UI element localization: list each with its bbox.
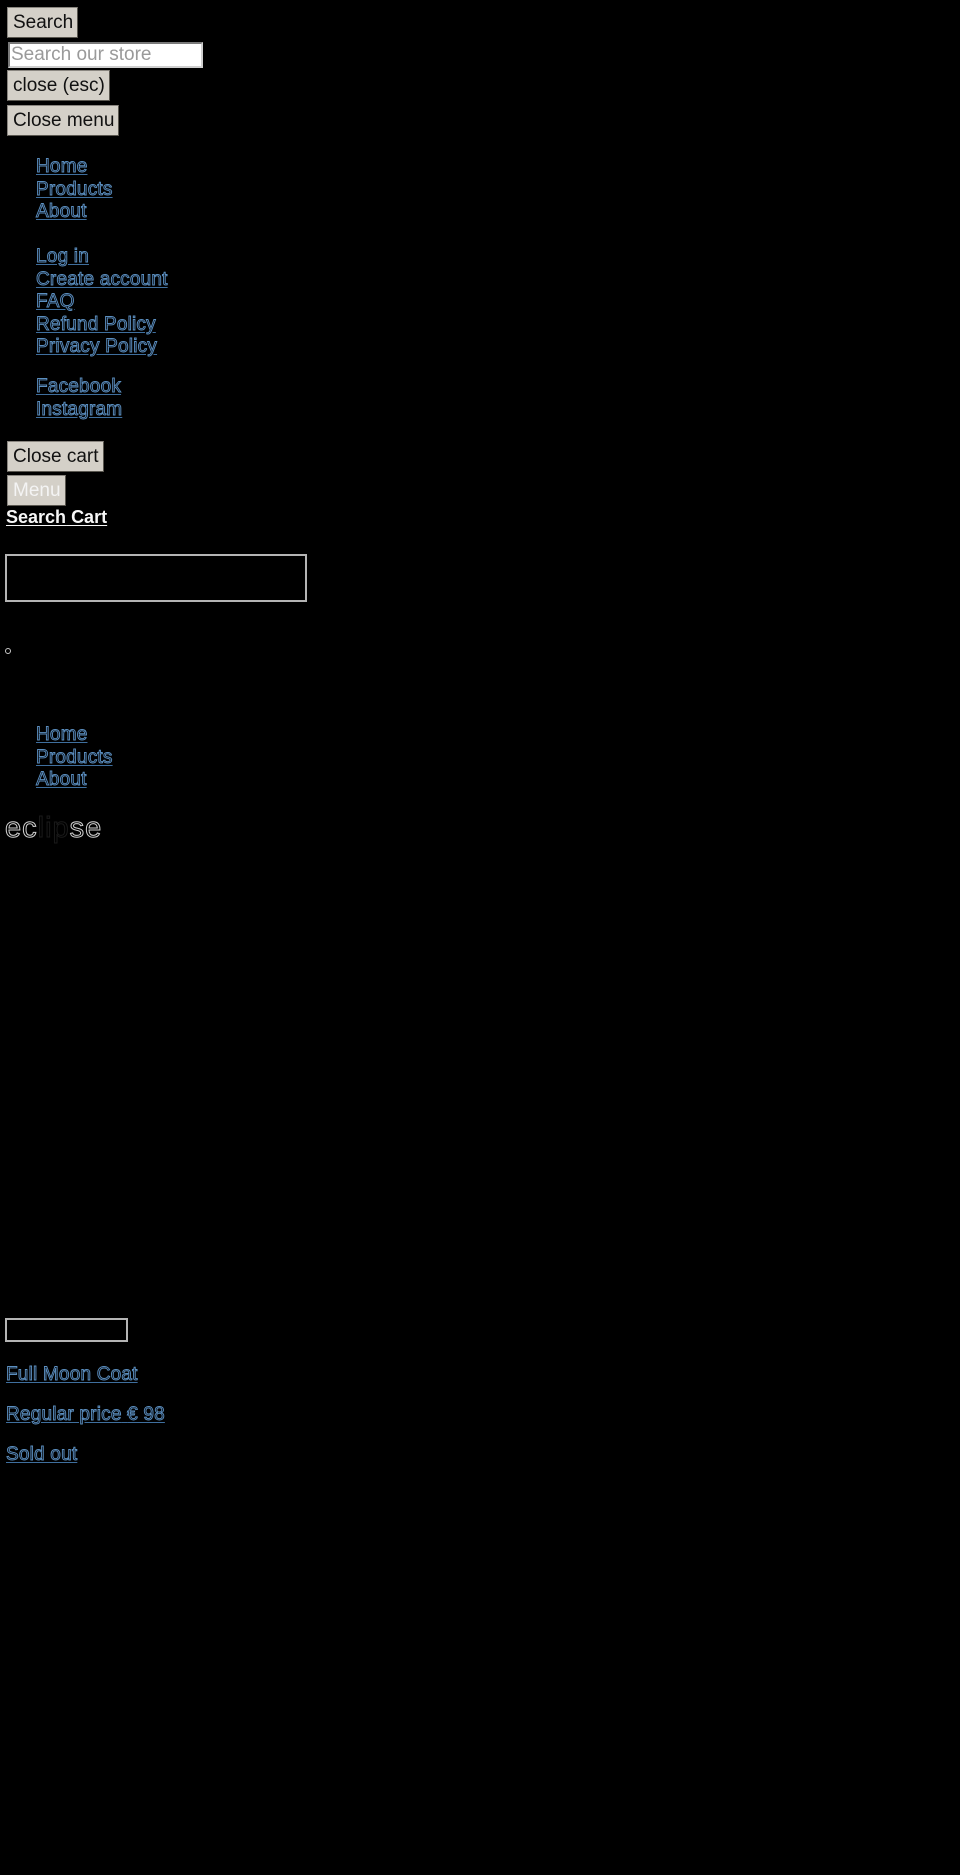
instagram-link[interactable]: Instagram xyxy=(36,398,123,420)
search-submit-button[interactable]: Search xyxy=(7,7,79,38)
drawer-social-nav: Facebook Instagram xyxy=(0,375,123,421)
privacy-policy-link[interactable]: Privacy Policy xyxy=(36,336,158,358)
logo-text-part: se xyxy=(69,812,103,845)
header-nav-products-link[interactable]: Products xyxy=(36,746,113,768)
site-logo[interactable]: eclipse xyxy=(5,812,102,845)
drawer-nav-about-link[interactable]: About xyxy=(36,201,87,223)
drawer-nav-home-link[interactable]: Home xyxy=(36,156,88,178)
nav-item: Instagram xyxy=(36,398,123,421)
nav-item: Facebook xyxy=(36,375,122,398)
sold-out-badge[interactable]: Sold out xyxy=(6,1444,78,1466)
header-placeholder-box xyxy=(5,554,307,602)
nav-item: Home xyxy=(36,155,113,178)
login-link[interactable]: Log in xyxy=(36,246,90,268)
product-price-line: Regular price € 98 xyxy=(6,1404,166,1426)
logo-text-part: p xyxy=(52,812,70,845)
price-value: € 98 xyxy=(127,1404,165,1426)
close-cart-button[interactable]: Close cart xyxy=(7,441,104,472)
header-main-nav: Home Products About xyxy=(0,723,113,791)
faq-link[interactable]: FAQ xyxy=(36,291,75,313)
facebook-link[interactable]: Facebook xyxy=(36,376,122,398)
header-nav-home-link[interactable]: Home xyxy=(36,724,88,746)
product-price-link[interactable]: Regular price € 98 xyxy=(6,1404,166,1426)
nav-item: Create account xyxy=(36,268,168,291)
header-actions: Search Cart xyxy=(6,507,107,528)
drawer-nav-products-link[interactable]: Products xyxy=(36,178,113,200)
logo-text-part: ec xyxy=(5,812,38,845)
create-account-link[interactable]: Create account xyxy=(36,268,168,290)
header-search-link[interactable]: Search xyxy=(6,507,66,527)
nav-item: About xyxy=(36,200,113,223)
search-input[interactable] xyxy=(8,42,203,68)
nav-item: Home xyxy=(36,723,113,746)
header-nav-about-link[interactable]: About xyxy=(36,769,87,791)
list-bullet-icon xyxy=(5,648,11,654)
product-status-line: Sold out xyxy=(6,1444,78,1466)
nav-item: Products xyxy=(36,178,113,201)
page: Search close (esc) Close menu Home Produ… xyxy=(0,0,960,1875)
price-label: Regular price xyxy=(6,1404,122,1426)
nav-item: Privacy Policy xyxy=(36,335,168,358)
menu-button[interactable]: Menu xyxy=(7,475,66,506)
refund-policy-link[interactable]: Refund Policy xyxy=(36,313,157,335)
product-image-placeholder[interactable] xyxy=(5,1318,128,1342)
product-title-link[interactable]: Full Moon Coat xyxy=(6,1364,138,1386)
header-cart-link[interactable]: Cart xyxy=(71,507,107,527)
drawer-secondary-nav: Log in Create account FAQ Refund Policy … xyxy=(0,245,168,358)
nav-item: Products xyxy=(36,746,113,769)
close-search-button[interactable]: close (esc) xyxy=(7,70,110,101)
nav-item: About xyxy=(36,768,113,791)
close-menu-button[interactable]: Close menu xyxy=(7,105,120,136)
nav-item: FAQ xyxy=(36,290,168,313)
drawer-main-nav: Home Products About xyxy=(0,155,113,223)
product-title-line: Full Moon Coat xyxy=(6,1364,138,1386)
logo-text-part: li xyxy=(37,812,53,845)
nav-item: Refund Policy xyxy=(36,313,168,336)
nav-item: Log in xyxy=(36,245,168,268)
